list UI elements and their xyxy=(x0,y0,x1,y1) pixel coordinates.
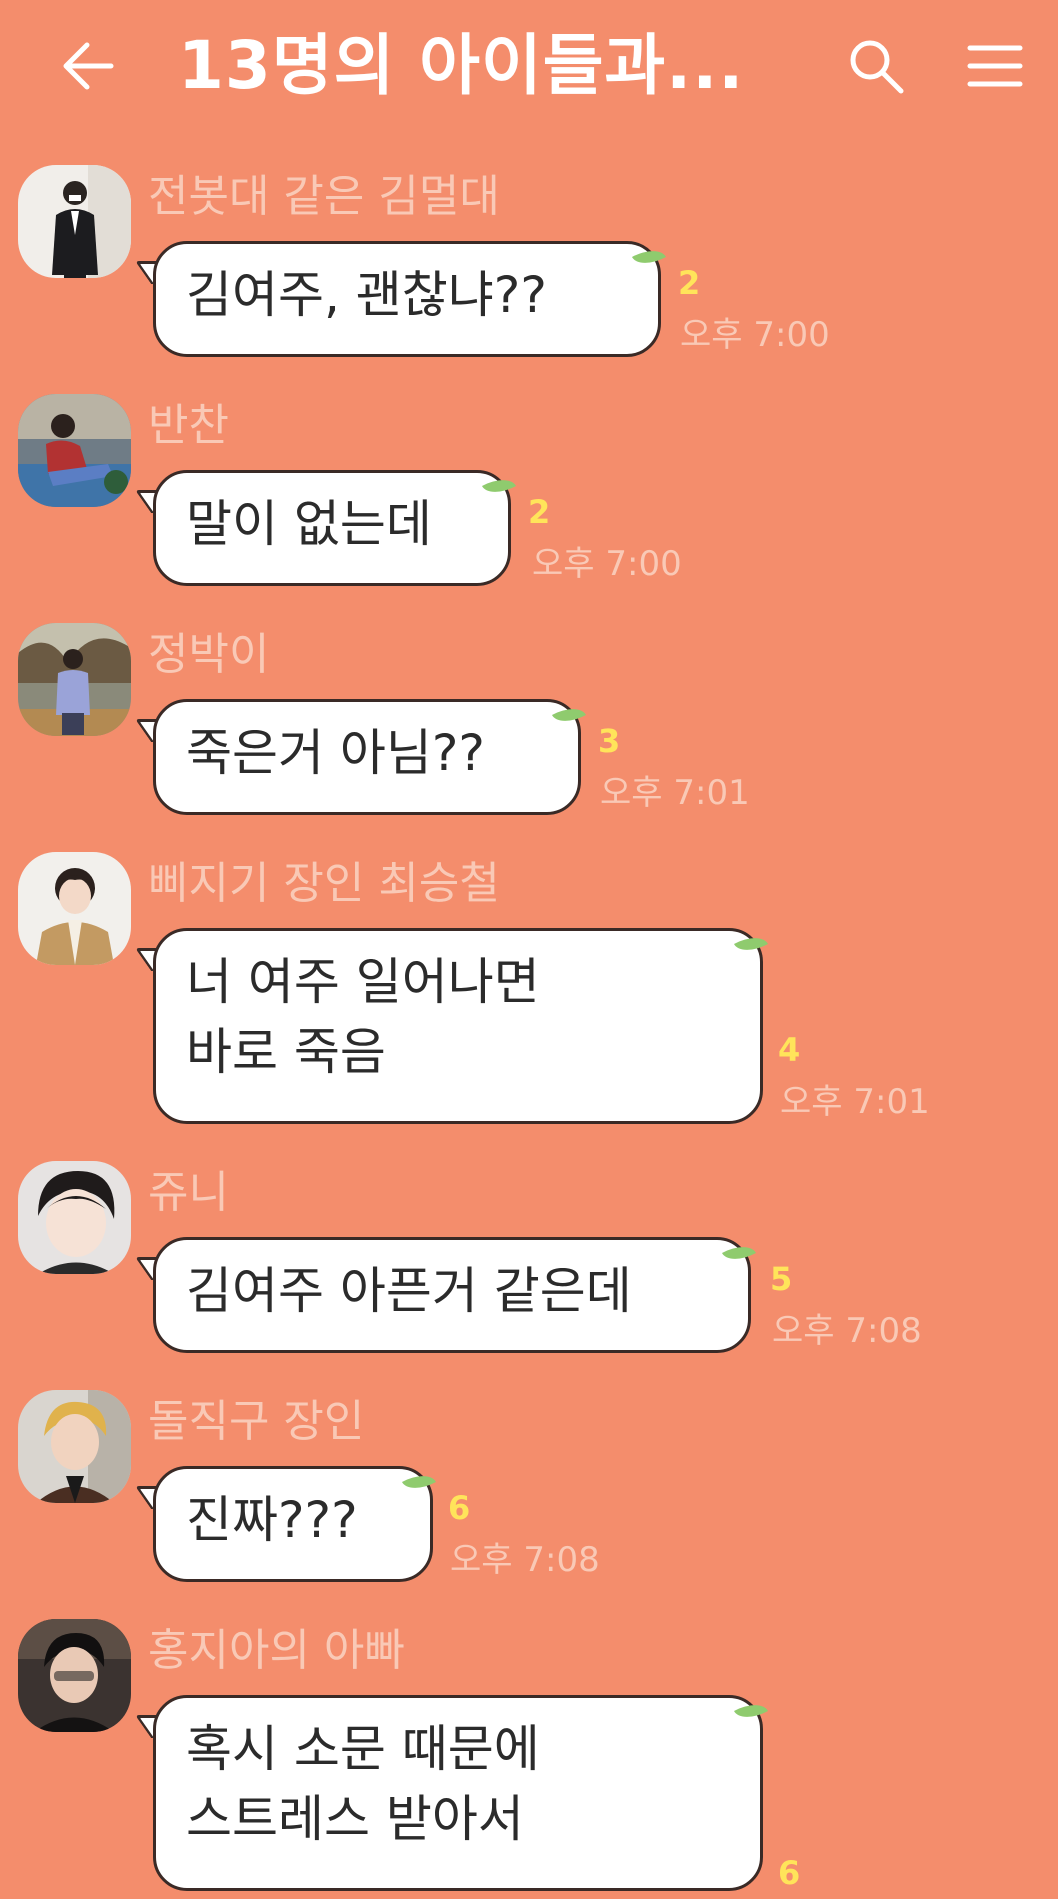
unread-count: 6 xyxy=(448,1489,471,1527)
message-bubble[interactable]: 혹시 소문 때문에 스트레스 받아서 xyxy=(153,1695,763,1891)
message-item: 삐지기 장인 최승철 너 여주 일어나면 바로 죽음 4 오후 7:01 xyxy=(0,852,1058,1132)
message-time: 오후 7:08 xyxy=(450,1540,600,1580)
message-time: 오후 7:00 xyxy=(532,544,682,584)
sender-name: 돌직구 장인 xyxy=(148,1396,365,1447)
sender-name: 정박이 xyxy=(148,629,270,680)
unread-count: 2 xyxy=(528,493,551,531)
search-button[interactable] xyxy=(844,34,908,98)
message-bubble[interactable]: 김여주, 괜찮냐?? xyxy=(153,241,661,357)
message-item: 쥬니 김여주 아픈거 같은데 5 오후 7:08 xyxy=(0,1161,1058,1361)
sender-name: 전봇대 같은 김멀대 xyxy=(148,171,500,222)
unread-count: 5 xyxy=(770,1260,793,1298)
message-bubble[interactable]: 죽은거 아님?? xyxy=(153,699,581,815)
avatar[interactable] xyxy=(18,623,131,736)
message-item: 전봇대 같은 김멀대 김여주, 괜찮냐?? 2 오후 7:00 xyxy=(0,165,1058,365)
sender-name: 반찬 xyxy=(148,400,229,451)
hamburger-menu-icon xyxy=(967,45,1023,87)
message-time: 오후 7:00 xyxy=(680,315,830,355)
avatar[interactable] xyxy=(18,1390,131,1503)
arrow-left-icon xyxy=(63,42,114,90)
sender-name: 홍지아의 아빠 xyxy=(148,1625,405,1676)
message-item: 반찬 말이 없는데 2 오후 7:00 xyxy=(0,394,1058,594)
message-time: 오후 7:01 xyxy=(780,1082,930,1122)
message-item: 정박이 죽은거 아님?? 3 오후 7:01 xyxy=(0,623,1058,823)
chat-header: 13명의 아이들과... xyxy=(0,0,1058,135)
search-icon xyxy=(850,40,904,94)
unread-count: 6 xyxy=(778,1854,801,1892)
message-bubble[interactable]: 말이 없는데 xyxy=(153,470,511,586)
sender-name: 삐지기 장인 최승철 xyxy=(148,858,500,909)
unread-count: 2 xyxy=(678,264,701,302)
avatar[interactable] xyxy=(18,394,131,507)
unread-count: 4 xyxy=(778,1031,801,1069)
message-bubble[interactable]: 너 여주 일어나면 바로 죽음 xyxy=(153,928,763,1124)
message-time: 오후 7:08 xyxy=(772,1311,922,1351)
unread-count: 3 xyxy=(598,722,621,760)
sender-name: 쥬니 xyxy=(148,1167,229,1218)
message-item: 돌직구 장인 진짜??? 6 오후 7:08 xyxy=(0,1390,1058,1590)
avatar[interactable] xyxy=(18,1619,131,1732)
chat-room-title: 13명의 아이들과... xyxy=(178,27,745,104)
back-button[interactable] xyxy=(58,38,118,94)
message-bubble[interactable]: 진짜??? xyxy=(153,1466,433,1582)
message-time: 오후 7:01 xyxy=(600,773,750,813)
avatar[interactable] xyxy=(18,852,131,965)
message-item: 홍지아의 아빠 혹시 소문 때문에 스트레스 받아서 6 xyxy=(0,1619,1058,1899)
message-bubble[interactable]: 김여주 아픈거 같은데 xyxy=(153,1237,751,1353)
menu-button[interactable] xyxy=(966,38,1024,94)
avatar[interactable] xyxy=(18,165,131,278)
avatar[interactable] xyxy=(18,1161,131,1274)
